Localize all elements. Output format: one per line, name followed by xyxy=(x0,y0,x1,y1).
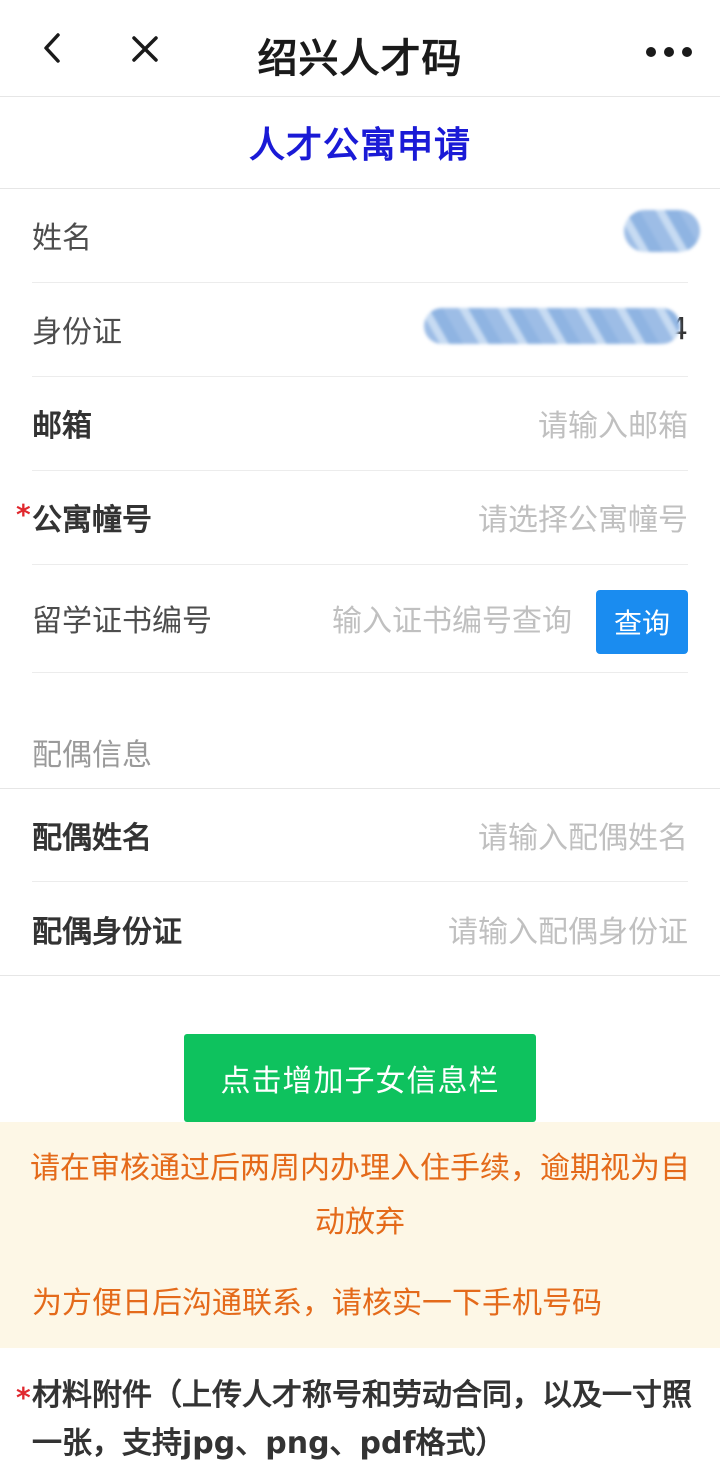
email-row[interactable]: 邮箱 请输入邮箱 xyxy=(32,376,688,471)
certificate-row: 留学证书编号 输入证书编号查询 xyxy=(32,564,688,673)
page-title: 人才公寓申请 xyxy=(0,96,720,189)
required-mark: * xyxy=(16,498,31,531)
spouse-section-label: 配偶信息 xyxy=(32,738,152,773)
spouse-name-label: 配偶姓名 xyxy=(32,821,152,856)
id-card-value-redacted xyxy=(424,308,680,344)
add-child-info-button[interactable]: 点击增加子女信息栏 xyxy=(184,1034,536,1122)
navigation-bar: 绍兴人才码 xyxy=(0,0,720,97)
more-dots-icon[interactable] xyxy=(644,32,694,72)
spouse-id-row[interactable]: 配偶身份证 请输入配偶身份证 xyxy=(32,882,688,975)
id-card-row[interactable]: 身份证 4 xyxy=(32,282,688,377)
name-label: 姓名 xyxy=(32,221,92,256)
email-label: 邮箱 xyxy=(32,409,92,444)
divider xyxy=(0,975,720,976)
notice-box: 请在审核通过后两周内办理入住手续，逾期视为自动放弃 为方便日后沟通联系，请核实一… xyxy=(0,1122,720,1348)
nav-title: 绍兴人才码 xyxy=(257,36,463,82)
building-select[interactable]: 请选择公寓幢号 xyxy=(478,495,688,539)
building-label: 公寓幢号 xyxy=(32,503,152,538)
attachment-label: * 材料附件（上传人才称号和劳动合同，以及一寸照一张，支持jpg、png、pdf… xyxy=(16,1372,692,1468)
required-mark: * xyxy=(16,1381,31,1414)
building-row[interactable]: * 公寓幢号 请选择公寓幢号 xyxy=(16,470,688,565)
spouse-name-input[interactable]: 请输入配偶姓名 xyxy=(478,813,688,857)
certificate-label: 留学证书编号 xyxy=(32,604,212,639)
query-button[interactable]: 查询 xyxy=(596,590,688,654)
spouse-id-input[interactable]: 请输入配偶身份证 xyxy=(448,907,688,951)
attachment-label-text: 材料附件（上传人才称号和劳动合同，以及一寸照一张，支持jpg、png、pdf格式… xyxy=(32,1378,692,1461)
notice-text-2: 为方便日后沟通联系，请核实一下手机号码 xyxy=(32,1286,602,1321)
notice-text-1: 请在审核通过后两周内办理入住手续，逾期视为自动放弃 xyxy=(30,1151,690,1240)
id-card-label: 身份证 xyxy=(32,315,122,350)
name-row[interactable]: 姓名 xyxy=(32,188,700,283)
spouse-id-label: 配偶身份证 xyxy=(32,914,182,950)
email-input[interactable]: 请输入邮箱 xyxy=(538,401,688,445)
certificate-input[interactable]: 输入证书编号查询 xyxy=(332,596,572,640)
spouse-name-row[interactable]: 配偶姓名 请输入配偶姓名 xyxy=(32,789,688,882)
name-value-redacted xyxy=(624,210,700,252)
